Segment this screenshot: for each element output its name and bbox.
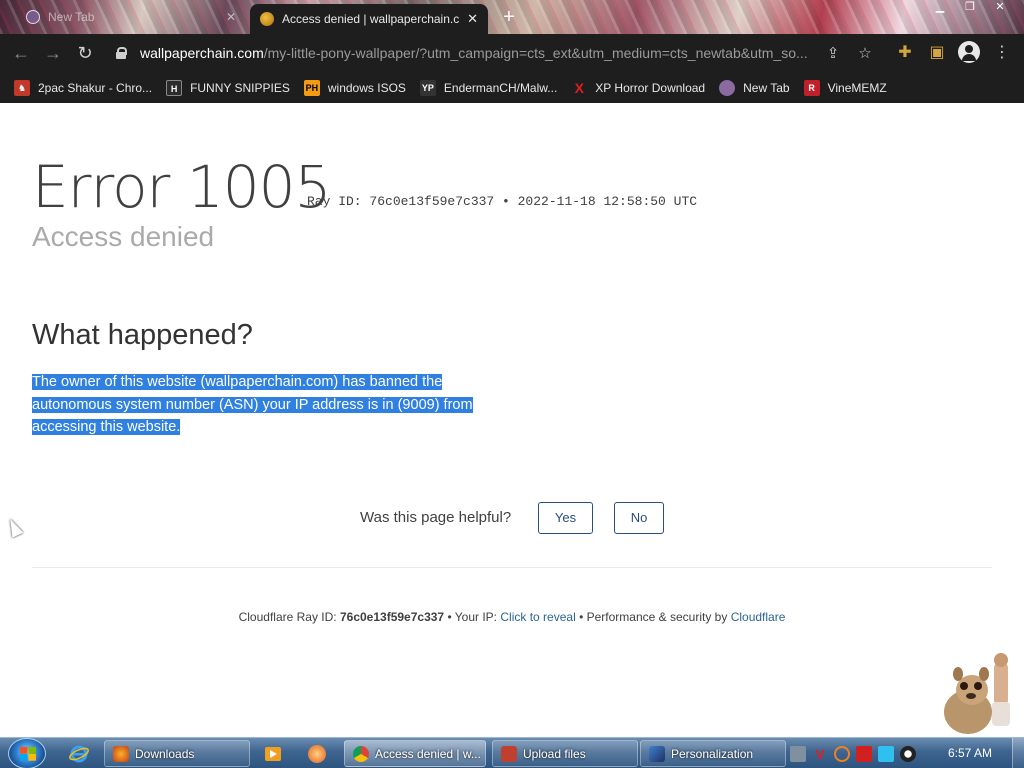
taskbar-item-upload-files[interactable]: Upload files <box>492 740 638 767</box>
what-happened-heading: What happened? <box>32 319 253 351</box>
extensions-puzzle-icon[interactable]: ✚ <box>895 43 915 63</box>
tray-app-icon[interactable] <box>790 746 806 762</box>
profile-avatar-icon[interactable] <box>958 41 980 63</box>
x-logo-icon: X <box>574 79 584 96</box>
close-tab-icon[interactable]: ✕ <box>467 11 478 27</box>
reload-icon[interactable]: ↻ <box>74 42 96 64</box>
media-player-icon[interactable] <box>260 741 286 766</box>
ph-logo-icon: PH <box>303 79 320 96</box>
windows-taskbar: Downloads Access denied | w... Upload fi… <box>0 737 1024 768</box>
footer-ip-label: Your IP: <box>454 610 498 624</box>
screen: New Tab ✕ Access denied | wallpaperchain… <box>0 0 1024 768</box>
firefox-icon <box>113 745 129 762</box>
bookmark-windows-isos[interactable]: PH windows ISOS <box>303 76 406 100</box>
h-logo-icon: H <box>166 79 183 96</box>
tray-volume-icon[interactable] <box>900 746 916 762</box>
paint-app-icon[interactable] <box>304 741 330 766</box>
menu-kebab-icon[interactable]: ⋮ <box>992 43 1012 63</box>
bookmark-endermanch[interactable]: YP EndermanCH/Malw... <box>419 76 557 100</box>
no-button[interactable]: No <box>614 502 664 534</box>
close-window-icon[interactable]: ✕ <box>985 0 1015 16</box>
close-tab-icon[interactable]: ✕ <box>226 10 236 24</box>
share-icon[interactable]: ⇪ <box>824 45 842 63</box>
tab-access-denied[interactable]: Access denied | wallpaperchain.c ✕ <box>250 4 488 34</box>
footer-ray-id: 76c0e13f59e7c337 <box>339 610 445 624</box>
bookmark-2pac[interactable]: ♞ 2pac Shakur - Chro... <box>14 76 152 100</box>
r-logo-icon: R <box>803 79 820 96</box>
upload-app-icon <box>501 745 517 762</box>
tab-title: New Tab <box>48 10 95 24</box>
minimize-icon[interactable]: ▁ <box>925 0 955 16</box>
desktop-mascot-icon <box>944 653 1010 734</box>
lock-icon[interactable] <box>116 47 127 59</box>
helpful-question: Was this page helpful? <box>360 509 512 526</box>
taskbar-item-chrome[interactable]: Access denied | w... <box>344 740 486 767</box>
tray-v-icon[interactable]: V <box>812 746 828 762</box>
site-favicon-icon <box>260 12 274 26</box>
bookmarks-bar: ♞ 2pac Shakur - Chro... H FUNNY SNIPPIES… <box>0 72 1024 103</box>
footer-ray-label: Cloudflare Ray ID: <box>238 610 337 624</box>
tray-monitor-icon[interactable] <box>878 746 894 762</box>
system-tray: V <box>790 744 940 764</box>
address-bar[interactable]: wallpaperchain.com/my-little-pony-wallpa… <box>106 39 888 67</box>
page-content: Error 1005 Ray ID: 76c0e13f59e7c337 • 20… <box>0 103 1024 737</box>
tab-title: Access denied | wallpaperchain.c <box>282 12 460 26</box>
bookmark-new-tab[interactable]: New Tab <box>719 76 790 100</box>
cloudflare-link[interactable]: Cloudflare <box>731 610 786 624</box>
ray-id-line: Ray ID: 76c0e13f59e7c337 • 2022-11-18 12… <box>307 194 698 209</box>
footer-divider <box>32 567 992 568</box>
url-text[interactable]: wallpaperchain.com/my-little-pony-wallpa… <box>140 45 810 61</box>
chrome-icon <box>353 745 369 762</box>
footer-perf-label: Performance & security by <box>586 610 728 624</box>
new-tab-plus-icon[interactable]: + <box>498 6 520 28</box>
2pac-icon: ♞ <box>14 79 30 96</box>
newtab-icon <box>719 79 736 96</box>
yp-logo-icon: YP <box>419 79 436 96</box>
feedback-section: Was this page helpful? Yes No <box>0 501 1024 535</box>
browser-toolbar: ← → ↻ wallpaperchain.com/my-little-pony-… <box>0 34 1024 72</box>
tray-flag-icon[interactable] <box>856 746 872 762</box>
bookmark-star-icon[interactable]: ☆ <box>856 45 874 63</box>
what-happened-text: The owner of this website (wallpaperchai… <box>32 374 473 435</box>
tab-new-tab[interactable]: New Tab ✕ <box>16 4 246 30</box>
error-subtitle: Access denied <box>32 221 215 252</box>
cloudflare-footer: Cloudflare Ray ID: 76c0e13f59e7c337 • Yo… <box>238 610 786 624</box>
internet-explorer-icon[interactable] <box>66 741 92 766</box>
side-panel-icon[interactable]: ▣ <box>927 43 947 63</box>
taskbar-item-downloads[interactable]: Downloads <box>104 740 250 767</box>
taskbar-item-personalization[interactable]: Personalization <box>640 740 786 767</box>
error-title: Error 1005 <box>32 153 331 221</box>
forward-arrow-icon[interactable]: → <box>42 42 64 64</box>
tray-search-icon[interactable] <box>834 746 850 762</box>
back-arrow-icon[interactable]: ← <box>10 42 32 64</box>
restore-icon[interactable]: ❐ <box>955 0 985 16</box>
taskbar-clock[interactable]: 6:57 AM <box>948 746 992 760</box>
personalization-icon <box>649 745 665 762</box>
start-button-icon[interactable] <box>8 738 46 768</box>
bookmark-xp-horror[interactable]: X XP Horror Download <box>571 76 706 100</box>
bookmark-funny-snippies[interactable]: H FUNNY SNIPPIES <box>166 76 290 100</box>
tab-strip: New Tab ✕ Access denied | wallpaperchain… <box>0 0 1024 34</box>
yes-button[interactable]: Yes <box>538 502 593 534</box>
new-tab-favicon-icon <box>26 10 40 24</box>
reveal-ip-link[interactable]: Click to reveal <box>500 610 575 624</box>
show-desktop-button[interactable] <box>1012 738 1024 768</box>
bookmark-vinememz[interactable]: R VineMEMZ <box>803 76 887 100</box>
